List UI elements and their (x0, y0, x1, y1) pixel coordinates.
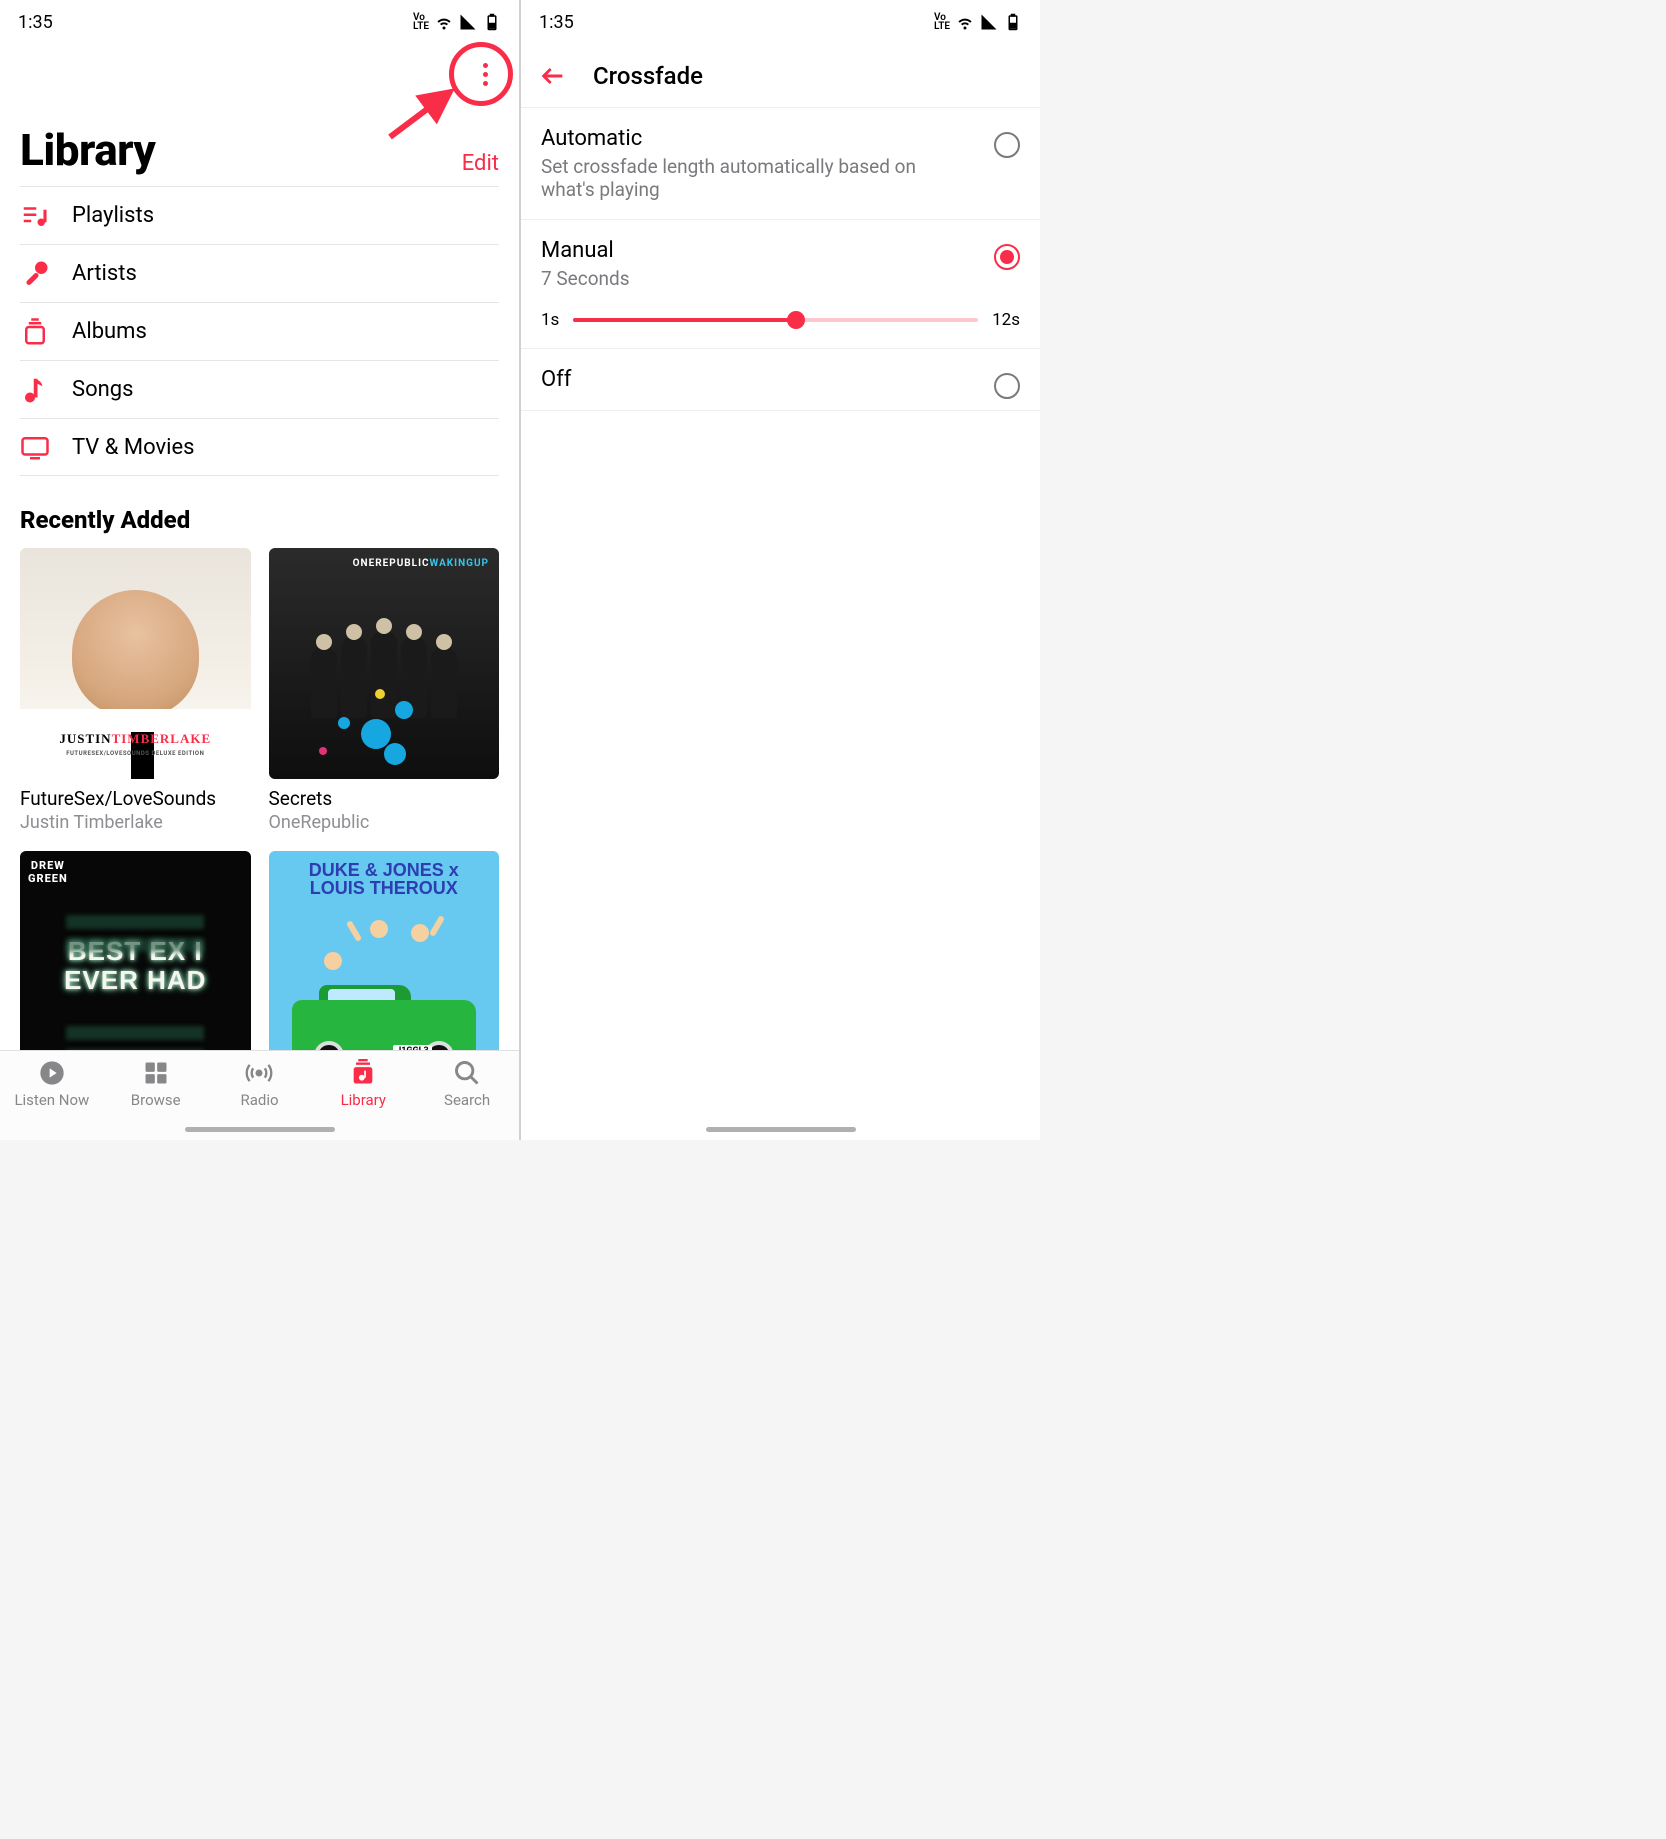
menu-item-playlists[interactable]: Playlists (20, 186, 499, 244)
album-item[interactable]: DREW GREEN BEST EX I EVER HAD (20, 851, 251, 1082)
radio-selected-icon[interactable] (994, 244, 1020, 270)
album-art: DREW GREEN BEST EX I EVER HAD (20, 851, 251, 1082)
menu-label: Albums (72, 319, 147, 344)
settings-page-title: Crossfade (593, 62, 703, 90)
menu-item-artists[interactable]: Artists (20, 244, 499, 302)
option-off[interactable]: Off (521, 349, 1040, 411)
library-menu: Playlists Artists Albums Songs TV & Movi… (0, 186, 519, 476)
menu-label: Playlists (72, 203, 154, 228)
menu-label: Songs (72, 377, 133, 402)
wifi-icon (956, 13, 974, 31)
top-toolbar (0, 44, 519, 104)
option-description: 7 Seconds (541, 267, 941, 290)
tab-bar: Listen Now Browse Radio Library Search (0, 1050, 519, 1140)
tab-search[interactable]: Search (415, 1059, 519, 1140)
wifi-icon (435, 13, 453, 31)
home-indicator[interactable] (706, 1127, 856, 1132)
note-icon (20, 375, 50, 405)
status-bar: 1:35 VoLTE (521, 0, 1040, 44)
option-title: Off (541, 367, 1020, 392)
signal-icon (459, 13, 477, 31)
more-vertical-icon (483, 63, 488, 86)
volte-indicator: VoLTE (413, 13, 429, 31)
option-automatic[interactable]: Automatic Set crossfade length automatic… (521, 108, 1040, 220)
album-art: ONEREPUBLICWAKINGUP (269, 548, 500, 779)
right-screen: 1:35 VoLTE Crossfade Automatic Set cross… (521, 0, 1040, 1140)
album-title: Secrets (269, 787, 500, 810)
menu-label: TV & Movies (72, 435, 195, 460)
edit-button[interactable]: Edit (462, 151, 499, 176)
album-art: JUSTINTIMBERLAKE FUTURESEX/LOVESOUNDS DE… (20, 548, 251, 779)
album-title: FutureSex/LoveSounds (20, 787, 251, 810)
grid-icon (142, 1059, 170, 1087)
radio-unselected-icon[interactable] (994, 132, 1020, 158)
mic-icon (20, 259, 50, 289)
option-title: Automatic (541, 126, 1020, 151)
crossfade-slider-row: 1s 12s (541, 310, 1020, 330)
album-art: DUKE & JONES xLOUIS THEROUX J1GGL3 (269, 851, 500, 1082)
menu-item-albums[interactable]: Albums (20, 302, 499, 360)
radio-unselected-icon[interactable] (994, 373, 1020, 399)
crossfade-slider[interactable] (573, 318, 978, 322)
tv-icon (20, 432, 50, 462)
slider-max-label: 12s (992, 310, 1020, 330)
play-circle-icon (38, 1059, 66, 1087)
volte-indicator: VoLTE (934, 13, 950, 31)
radio-icon (245, 1059, 273, 1087)
album-artist: OneRepublic (269, 812, 500, 833)
playlist-icon (20, 201, 50, 231)
tab-label: Listen Now (14, 1091, 89, 1109)
recently-added-grid: JUSTINTIMBERLAKE FUTURESEX/LOVESOUNDS DE… (0, 548, 519, 1081)
slider-thumb[interactable] (787, 311, 805, 329)
slider-min-label: 1s (541, 310, 559, 330)
status-time: 1:35 (539, 12, 574, 33)
signal-icon (980, 13, 998, 31)
left-screen: 1:35 VoLTE Library Edit Playlists Artist… (0, 0, 519, 1140)
tab-listen-now[interactable]: Listen Now (0, 1059, 104, 1140)
home-indicator[interactable] (185, 1127, 335, 1132)
album-item[interactable]: ONEREPUBLICWAKINGUP Secrets OneRepublic (269, 548, 500, 833)
album-artist: Justin Timberlake (20, 812, 251, 833)
menu-item-songs[interactable]: Songs (20, 360, 499, 418)
back-button[interactable] (539, 62, 567, 90)
option-title: Manual (541, 238, 1020, 263)
library-icon (349, 1059, 377, 1087)
search-icon (453, 1059, 481, 1087)
stack-icon (20, 317, 50, 347)
more-menu-button[interactable] (467, 56, 503, 92)
tab-label: Browse (131, 1091, 181, 1109)
battery-icon (1004, 13, 1022, 31)
tab-label: Library (341, 1091, 386, 1109)
menu-label: Artists (72, 261, 137, 286)
recently-added-header: Recently Added (0, 476, 519, 548)
option-manual[interactable]: Manual 7 Seconds 1s 12s (521, 220, 1040, 349)
menu-item-tv-movies[interactable]: TV & Movies (20, 418, 499, 476)
status-time: 1:35 (18, 12, 53, 33)
status-bar: 1:35 VoLTE (0, 0, 519, 44)
option-description: Set crossfade length automatically based… (541, 155, 941, 201)
page-title: Library (20, 124, 155, 176)
tab-label: Radio (240, 1091, 278, 1109)
battery-icon (483, 13, 501, 31)
album-item[interactable]: DUKE & JONES xLOUIS THEROUX J1GGL3 (269, 851, 500, 1082)
settings-toolbar: Crossfade (521, 44, 1040, 108)
album-art-logo: DREW GREEN (28, 859, 68, 885)
album-item[interactable]: JUSTINTIMBERLAKE FUTURESEX/LOVESOUNDS DE… (20, 548, 251, 833)
tab-label: Search (444, 1091, 490, 1109)
